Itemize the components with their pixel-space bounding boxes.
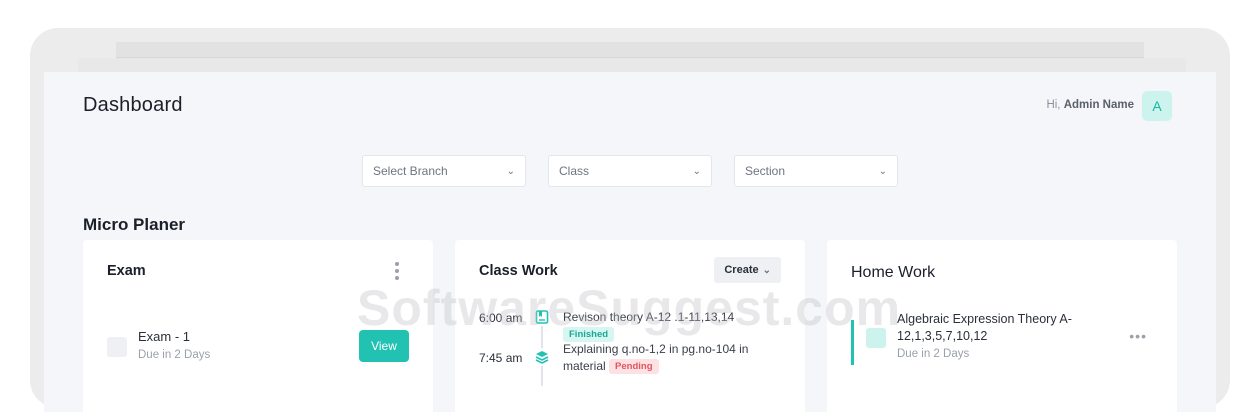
section-title: Micro Planer xyxy=(83,215,186,234)
create-button-label: Create xyxy=(724,264,759,276)
chevron-down-icon: ⌄ xyxy=(762,264,771,276)
classwork-card-title: Class Work xyxy=(479,263,558,279)
greeting-prefix: Hi, xyxy=(1046,99,1061,111)
homework-item-title: Algebraic Expression Theory A-12,1,3,5,7… xyxy=(897,312,1072,343)
chevron-down-icon: ⌄ xyxy=(506,165,515,177)
avatar[interactable]: A xyxy=(1142,91,1172,121)
class-select-value: Class xyxy=(559,164,590,178)
homework-item-due: Due in 2 Days xyxy=(897,348,970,360)
more-vertical-icon[interactable] xyxy=(395,262,399,280)
chevron-down-icon: ⌄ xyxy=(692,165,701,177)
dashboard-app: Dashboard Hi, Admin Name A Select Branch… xyxy=(44,72,1216,420)
user-name: Admin Name xyxy=(1063,99,1134,111)
section-select-value: Section xyxy=(745,164,786,178)
timeline-line xyxy=(541,366,543,386)
layers-icon xyxy=(535,351,549,364)
window-strip xyxy=(78,58,1186,72)
chevron-down-icon: ⌄ xyxy=(878,165,887,177)
exam-card-title: Exam xyxy=(107,263,146,279)
window-top-bar xyxy=(116,42,1144,58)
class-select[interactable]: Class ⌄ xyxy=(548,155,712,187)
status-badge: Pending xyxy=(609,359,659,375)
more-horizontal-icon[interactable]: ••• xyxy=(1129,328,1147,344)
exam-item-title: Exam - 1 xyxy=(138,329,191,344)
branch-select-value: Select Branch xyxy=(373,164,448,178)
branch-select[interactable]: Select Branch ⌄ xyxy=(362,155,526,187)
exam-item-due: Due in 2 Days xyxy=(138,349,211,361)
user-greeting: Hi, Admin Name xyxy=(1046,99,1134,111)
classwork-time: 7:45 am xyxy=(479,351,523,365)
page-title: Dashboard xyxy=(83,94,183,116)
classwork-entry[interactable]: Explaining q.no-1,2 in pg.no-104 in mate… xyxy=(563,341,773,375)
watermark: SoftwareSuggest.com xyxy=(357,280,902,336)
exam-checkbox[interactable] xyxy=(107,337,127,357)
section-select[interactable]: Section ⌄ xyxy=(734,155,898,187)
